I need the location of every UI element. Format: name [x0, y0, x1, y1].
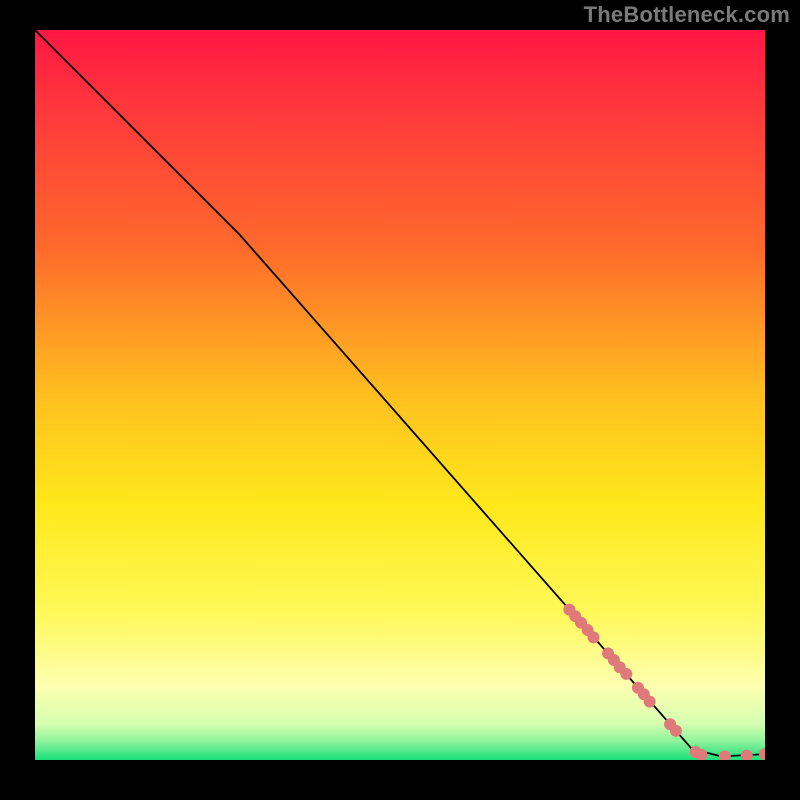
data-point [644, 696, 656, 708]
data-point [620, 668, 632, 680]
data-point [670, 725, 682, 737]
plot-area [35, 30, 765, 760]
chart-stage: TheBottleneck.com [0, 0, 800, 800]
chart-svg [35, 30, 765, 760]
data-point [587, 631, 599, 643]
watermark-text: TheBottleneck.com [584, 2, 790, 28]
